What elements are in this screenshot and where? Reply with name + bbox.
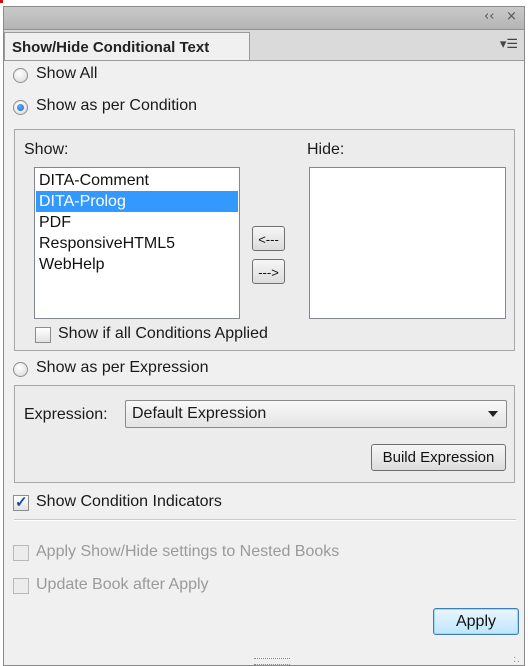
- show-if-all-checkbox[interactable]: [35, 327, 51, 343]
- condition-groupbox: Show: Hide: DITA-Comment DITA-Prolog PDF…: [14, 129, 515, 351]
- show-as-per-expression-radio[interactable]: [13, 362, 28, 377]
- tab-title: Show/Hide Conditional Text: [12, 39, 210, 56]
- update-book-checkbox[interactable]: [13, 578, 29, 594]
- tab-show-hide-conditional-text[interactable]: Show/Hide Conditional Text: [4, 32, 250, 60]
- show-list-item-selected[interactable]: DITA-Prolog: [36, 191, 238, 212]
- show-as-per-expression-label: Show as per Expression: [36, 359, 209, 376]
- show-list-item[interactable]: PDF: [36, 212, 238, 233]
- build-expression-button[interactable]: Build Expression: [371, 444, 506, 471]
- panel-titlebar[interactable]: ‹‹ ×: [4, 7, 524, 30]
- show-list-label: Show:: [24, 141, 69, 158]
- red-edge-mark: [0, 0, 3, 3]
- hide-conditions-list[interactable]: [309, 167, 506, 319]
- show-as-per-condition-label: Show as per Condition: [36, 97, 197, 114]
- show-list-item[interactable]: DITA-Comment: [36, 170, 238, 191]
- show-list-item[interactable]: WebHelp: [36, 254, 238, 275]
- chevron-down-icon: [488, 411, 498, 417]
- move-to-show-button[interactable]: <---: [252, 226, 285, 251]
- apply-nested-books-checkbox[interactable]: [13, 545, 29, 561]
- hide-list-label: Hide:: [307, 141, 345, 158]
- expression-selected-value: Default Expression: [132, 405, 267, 422]
- show-all-label: Show All: [36, 65, 98, 82]
- resize-grip-icon[interactable]: ...: [513, 652, 521, 665]
- show-condition-indicators-label: Show Condition Indicators: [36, 493, 222, 510]
- conditional-text-panel: ‹‹ × Show/Hide Conditional Text ▾☰ Show …: [3, 6, 525, 666]
- show-conditions-list[interactable]: DITA-Comment DITA-Prolog PDF ResponsiveH…: [34, 167, 240, 319]
- expression-dropdown[interactable]: Default Expression: [125, 400, 507, 428]
- show-as-per-condition-radio[interactable]: [13, 100, 28, 115]
- show-if-all-label: Show if all Conditions Applied: [58, 325, 268, 342]
- show-condition-indicators-checkbox[interactable]: ✓: [13, 494, 29, 511]
- divider: [14, 519, 516, 521]
- move-to-hide-button[interactable]: --->: [252, 259, 285, 284]
- apply-button[interactable]: Apply: [433, 608, 519, 635]
- panel-tab-row: Show/Hide Conditional Text ▾☰: [4, 30, 524, 61]
- close-icon[interactable]: ×: [506, 9, 517, 24]
- collapse-icon[interactable]: ‹‹: [484, 9, 494, 24]
- show-list-item[interactable]: ResponsiveHTML5: [36, 233, 238, 254]
- apply-nested-books-label: Apply Show/Hide settings to Nested Books: [36, 543, 340, 560]
- bottom-resize-handle[interactable]: [254, 658, 290, 665]
- expression-label: Expression:: [24, 406, 108, 423]
- update-book-label: Update Book after Apply: [36, 576, 209, 593]
- expression-groupbox: Expression: Default Expression Build Exp…: [14, 385, 515, 483]
- panel-menu-icon[interactable]: ▾☰: [500, 36, 518, 52]
- show-all-radio[interactable]: [13, 68, 28, 83]
- checkmark-icon: ✓: [15, 494, 28, 511]
